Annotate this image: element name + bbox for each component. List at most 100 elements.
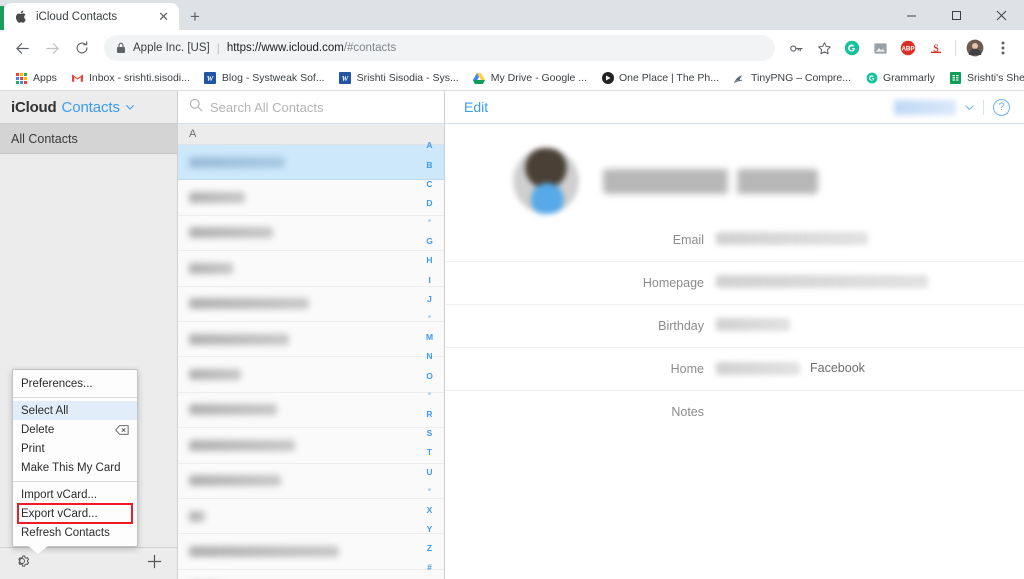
forward-button[interactable] (38, 34, 66, 62)
alphabet-index[interactable]: A B C D • G H I J • M N O • R S T U • X (415, 112, 444, 579)
alpha-index-letter[interactable]: D (426, 194, 432, 213)
bookmark-srishti-sisodia[interactable]: W Srishti Sisodia - Sys... (332, 70, 466, 87)
bookmark-one-place[interactable]: One Place | The Ph... (594, 70, 726, 87)
menu-item-delete[interactable]: Delete (13, 420, 137, 439)
app-switcher[interactable]: iCloud Contacts (0, 91, 177, 124)
list-item[interactable] (178, 464, 444, 499)
bookmark-grammarly[interactable]: Grammarly (858, 70, 942, 87)
sheets-icon (949, 72, 962, 85)
list-item[interactable] (178, 570, 444, 579)
minimize-icon[interactable] (889, 0, 934, 30)
list-item[interactable] (178, 322, 444, 358)
bookmark-inbox[interactable]: Inbox - srishti.sisodi... (64, 70, 197, 87)
browser-window: iCloud Contacts ✕ + Apple Inc. [US] | ht… (0, 0, 1024, 579)
s-extension-icon[interactable]: S (923, 35, 949, 61)
avatar[interactable] (513, 148, 579, 214)
list-item[interactable] (178, 534, 444, 570)
list-item[interactable] (178, 251, 444, 287)
menu-item-refresh-contacts[interactable]: Refresh Contacts (13, 523, 137, 542)
menu-item-label: Delete (21, 423, 55, 436)
grammarly-icon[interactable] (839, 35, 865, 61)
field-value[interactable] (716, 305, 1024, 331)
tinypng-icon (733, 72, 746, 85)
alpha-index-letter[interactable]: R (426, 405, 432, 424)
sidebar-item-all-contacts[interactable]: All Contacts (0, 124, 177, 154)
reload-button[interactable] (68, 34, 96, 62)
menu-item-label: Preferences... (21, 377, 93, 390)
alpha-index-letter[interactable]: Z (427, 539, 432, 558)
list-item[interactable] (178, 216, 444, 252)
alpha-index-letter[interactable]: N (426, 347, 432, 366)
bookmark-tinypng[interactable]: TinyPNG – Compre... (726, 70, 858, 87)
kebab-menu-icon[interactable] (990, 35, 1016, 61)
alpha-index-letter[interactable]: • (428, 309, 432, 328)
alpha-index-letter[interactable]: U (426, 462, 432, 481)
list-item[interactable] (178, 428, 444, 464)
bookmark-srishti-sheet[interactable]: Srishti's Sheet 2019... (942, 70, 1024, 87)
alpha-index-letter[interactable]: O (426, 366, 433, 385)
bookmark-my-drive[interactable]: My Drive - Google ... (466, 70, 594, 87)
extension-icon[interactable] (867, 35, 893, 61)
header-divider (983, 99, 984, 115)
adblock-icon[interactable]: ABP (895, 35, 921, 61)
alpha-index-letter[interactable]: • (428, 213, 432, 232)
edit-button[interactable]: Edit (464, 99, 488, 115)
list-item[interactable] (178, 180, 444, 216)
list-item[interactable] (178, 499, 444, 535)
field-row-notes: Notes (445, 391, 1024, 434)
search-input[interactable]: Search All Contacts (210, 100, 323, 115)
menu-item-select-all[interactable]: Select All (13, 401, 137, 420)
field-value[interactable] (716, 262, 1024, 288)
browser-toolbar: Apple Inc. [US] | https://www.icloud.com… (0, 30, 1024, 66)
bookmark-blog[interactable]: W Blog - Systweak Sof... (197, 70, 332, 87)
field-value[interactable] (716, 391, 1024, 404)
field-value[interactable] (716, 219, 1024, 245)
chevron-down-icon[interactable] (965, 98, 974, 116)
alpha-index-letter[interactable]: T (427, 443, 432, 462)
alpha-index-letter[interactable]: B (426, 155, 432, 174)
alpha-index-letter[interactable]: S (427, 424, 433, 443)
close-icon[interactable] (979, 0, 1024, 30)
search-bar[interactable]: Search All Contacts (178, 91, 444, 124)
menu-item-import-vcard[interactable]: Import vCard... (13, 485, 137, 504)
address-bar[interactable]: Apple Inc. [US] | https://www.icloud.com… (104, 35, 775, 61)
alpha-index-letter[interactable]: • (428, 481, 432, 500)
alpha-index-letter[interactable]: H (426, 251, 432, 270)
key-icon[interactable] (783, 35, 809, 61)
contact-name-redacted (189, 510, 205, 522)
gear-icon[interactable] (14, 553, 30, 574)
alpha-index-letter[interactable]: X (427, 501, 433, 520)
list-item[interactable] (178, 145, 444, 181)
site-identity: Apple Inc. [US] (133, 42, 210, 54)
field-row-home: Home Facebook (445, 348, 1024, 391)
menu-item-preferences[interactable]: Preferences... (13, 374, 137, 393)
list-item[interactable] (178, 393, 444, 429)
back-button[interactable] (8, 34, 36, 62)
bookmark-apps[interactable]: Apps (8, 70, 64, 87)
avatar-icon[interactable] (962, 35, 988, 61)
new-tab-button[interactable]: + (182, 4, 208, 30)
tab-close-icon[interactable]: ✕ (156, 10, 171, 23)
menu-item-make-this-my-card[interactable]: Make This My Card (13, 458, 137, 477)
menu-item-print[interactable]: Print (13, 439, 137, 458)
account-name-redacted[interactable] (894, 99, 956, 115)
star-icon[interactable] (811, 35, 837, 61)
alpha-index-letter[interactable]: # (427, 558, 432, 577)
alpha-index-letter[interactable]: • (428, 385, 432, 404)
alpha-index-letter[interactable]: J (427, 290, 432, 309)
alpha-index-letter[interactable]: Y (427, 520, 433, 539)
alpha-index-letter[interactable]: A (426, 136, 432, 155)
alpha-index-letter[interactable]: G (426, 232, 433, 251)
bookmark-label: One Place | The Ph... (619, 72, 720, 84)
help-icon[interactable]: ? (993, 98, 1010, 116)
alpha-index-letter[interactable]: I (428, 270, 430, 289)
browser-tab[interactable]: iCloud Contacts ✕ (4, 3, 179, 30)
plus-icon[interactable] (146, 553, 163, 575)
maximize-icon[interactable] (934, 0, 979, 30)
alpha-index-letter[interactable]: M (426, 328, 433, 347)
menu-item-export-vcard[interactable]: Export vCard... (13, 503, 137, 524)
list-item[interactable] (178, 357, 444, 393)
alpha-index-letter[interactable]: C (426, 174, 432, 193)
field-value[interactable]: Facebook (716, 348, 1024, 375)
list-item[interactable] (178, 287, 444, 322)
